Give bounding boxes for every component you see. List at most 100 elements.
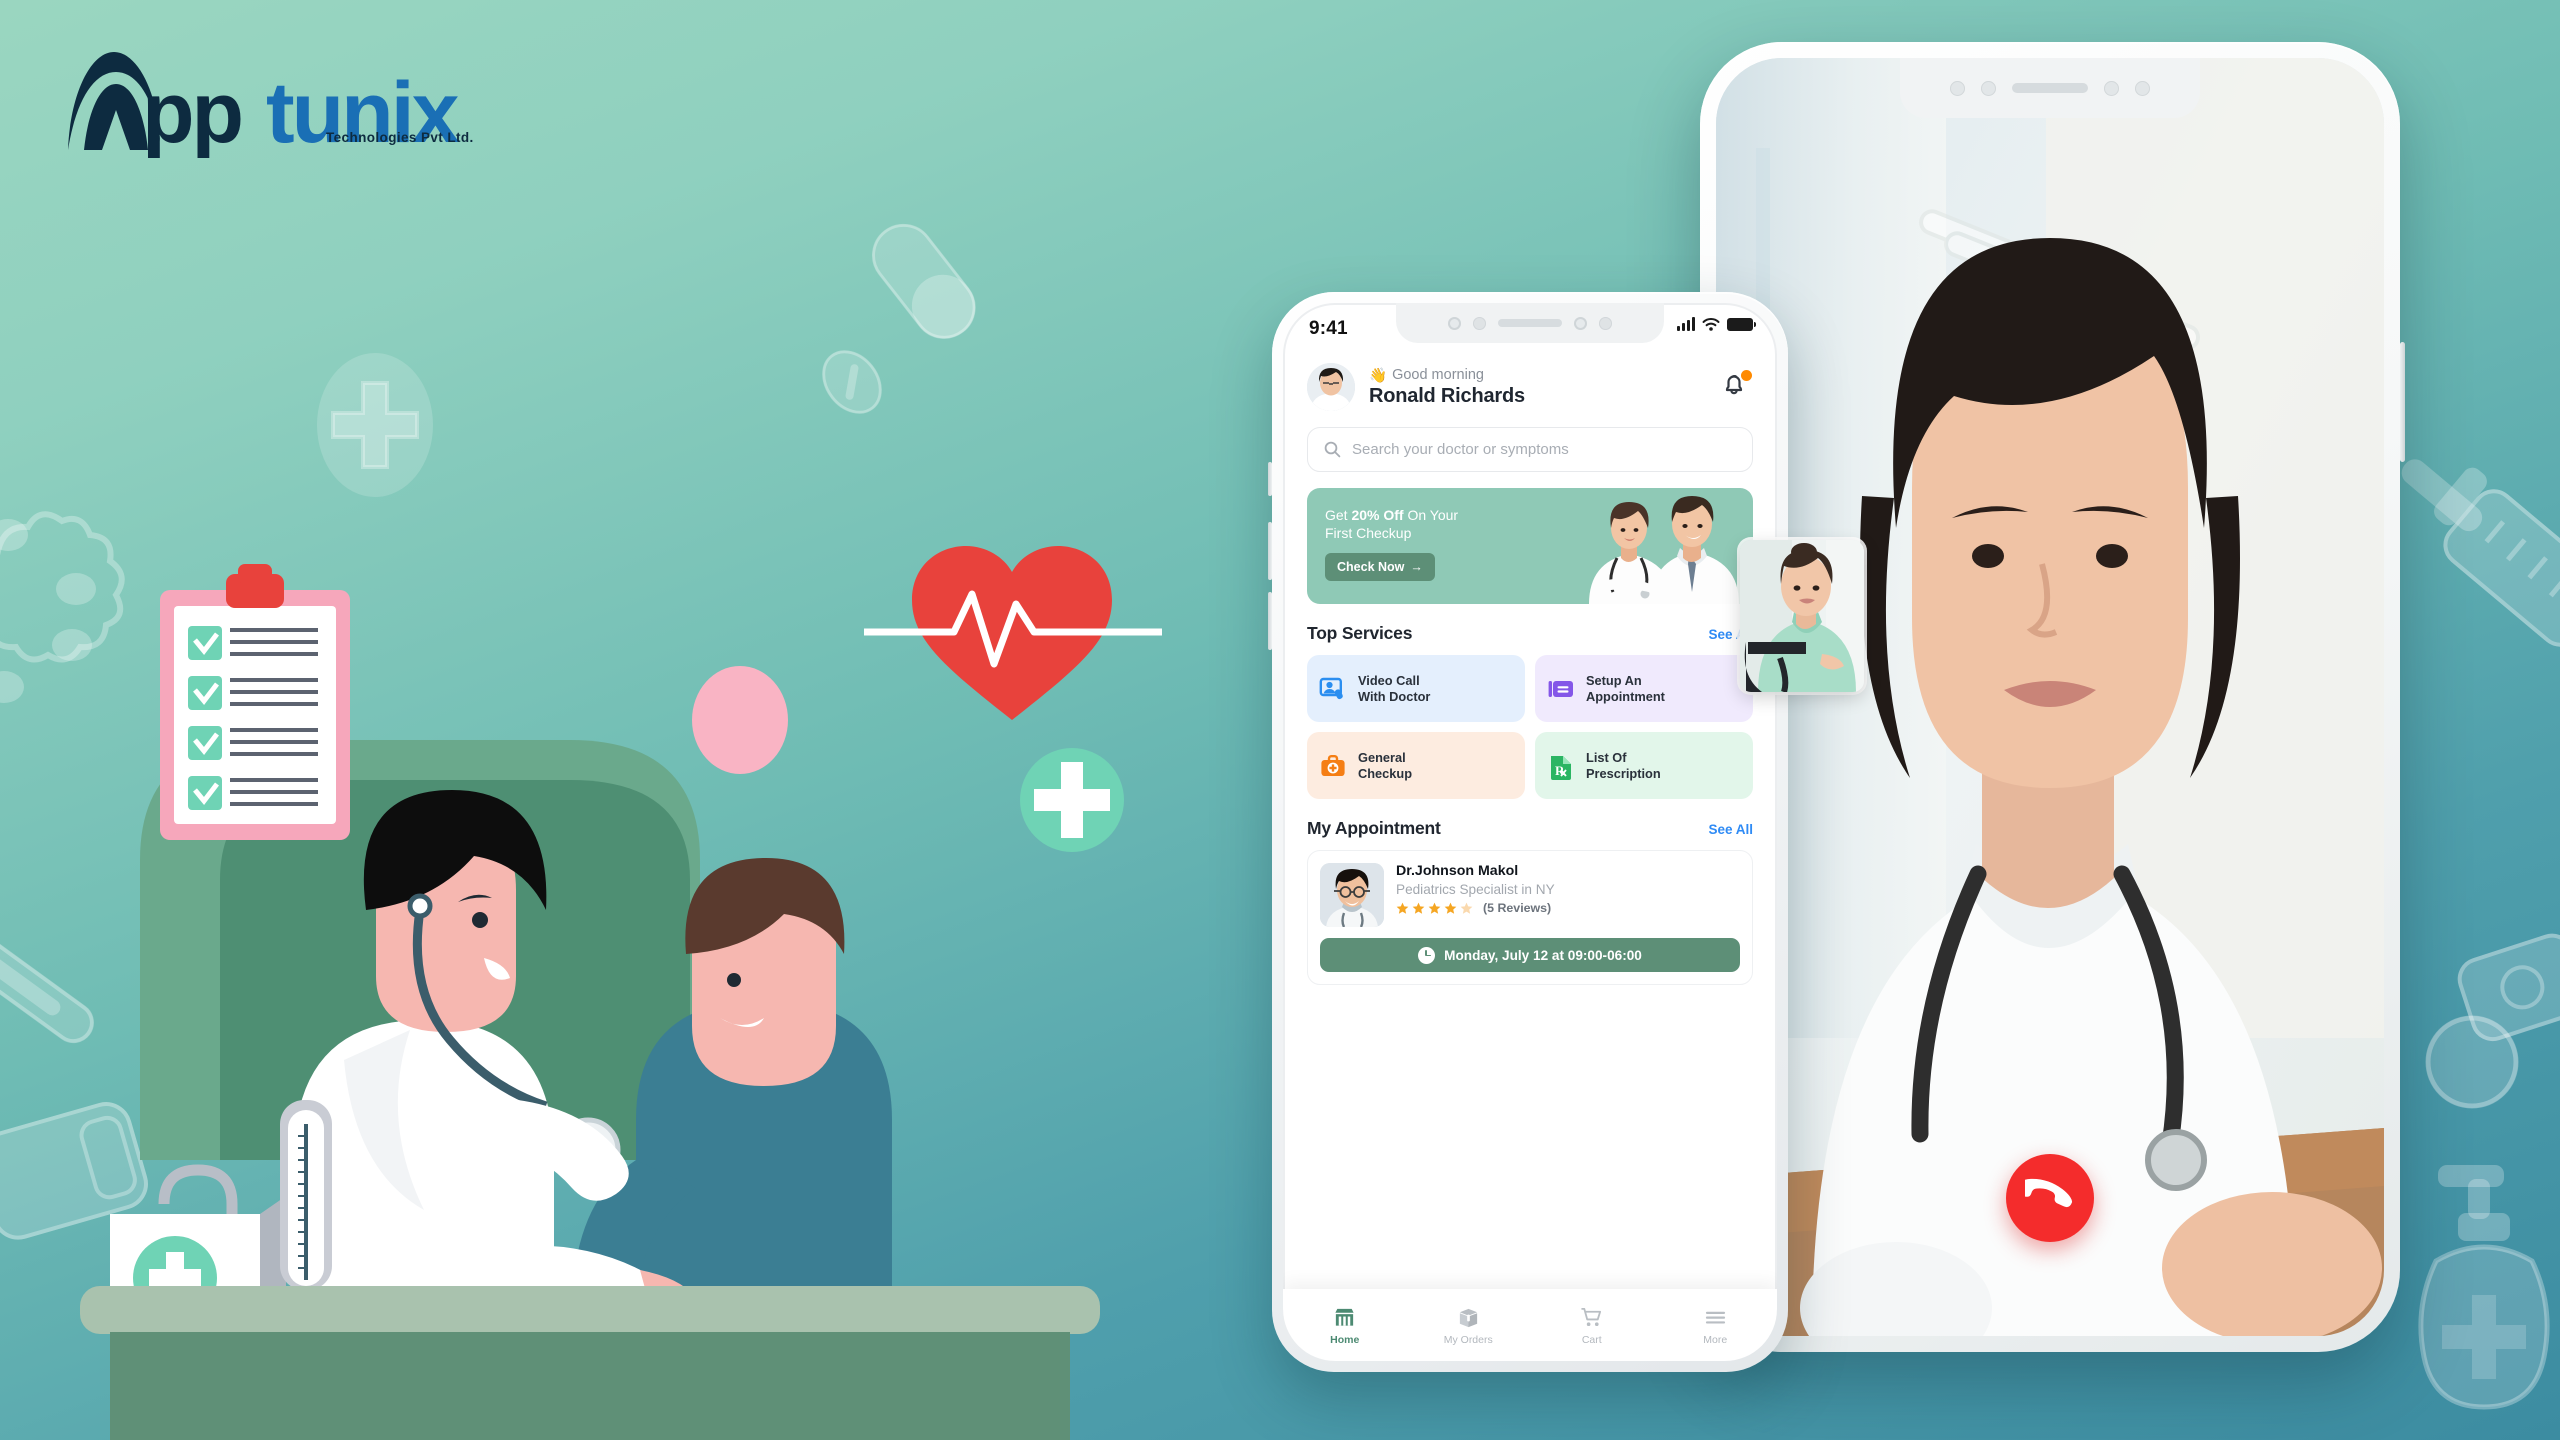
service-label-line1: Setup An bbox=[1586, 672, 1642, 688]
star-icon-filled bbox=[1396, 902, 1409, 914]
service-label-line1: Video Call bbox=[1358, 672, 1420, 688]
my-appointment-header: My Appointment See All bbox=[1307, 818, 1753, 839]
tab-my-orders[interactable]: My Orders bbox=[1407, 1305, 1531, 1346]
doctor-photo bbox=[1320, 863, 1384, 927]
sanitizer-bottle-icon bbox=[2418, 1165, 2550, 1410]
bottom-tab-bar: Home My Orders Cart More bbox=[1283, 1289, 1777, 1361]
battery-full-icon bbox=[1727, 317, 1756, 331]
tab-label: Cart bbox=[1581, 1333, 1602, 1346]
video-call-phone bbox=[1700, 42, 2405, 1352]
service-label-line2: Checkup bbox=[1358, 765, 1413, 781]
star-icon-filled bbox=[1412, 902, 1425, 914]
promo-pre: Get bbox=[1325, 507, 1352, 523]
phone-power-button[interactable] bbox=[2400, 342, 2405, 462]
arrow-right-icon: → bbox=[1410, 559, 1423, 574]
phone-notch bbox=[1900, 58, 2200, 118]
service-label-line1: List Of bbox=[1586, 749, 1627, 765]
service-label-line2: With Doctor bbox=[1358, 688, 1431, 704]
medical-cross-badge-icon bbox=[317, 353, 433, 497]
sensor-icon bbox=[1981, 80, 1996, 96]
first-aid-kit-icon bbox=[1321, 754, 1345, 776]
svg-text:pp: pp bbox=[142, 65, 241, 158]
star-icon-filled bbox=[1428, 902, 1441, 914]
promo-banner[interactable]: Get 20% Off On Your First Checkup Check … bbox=[1307, 488, 1753, 604]
apptunix-logo: A pp tunix Technologies Pvt Ltd. bbox=[58, 38, 518, 161]
pill-capsule-icon bbox=[872, 223, 976, 339]
status-bar: 9:41 bbox=[1283, 303, 1777, 357]
tab-cart[interactable]: Cart bbox=[1530, 1305, 1654, 1346]
bandage-small-icon bbox=[2457, 933, 2560, 1042]
notification-badge bbox=[1741, 370, 1752, 381]
service-label-line2: Prescription bbox=[1586, 765, 1661, 781]
doctor-specialty: Pediatrics Specialist in NY bbox=[1396, 882, 1555, 897]
doctor-name: Dr.Johnson Makol bbox=[1396, 863, 1519, 879]
search-input[interactable]: Search your doctor or symptoms bbox=[1307, 427, 1753, 472]
patient-pip-video[interactable] bbox=[1740, 540, 1864, 692]
greeting-block: 👋 Good morning Ronald Richards bbox=[1369, 367, 1705, 408]
my-appointment-title: My Appointment bbox=[1307, 818, 1441, 838]
doctors-photo bbox=[1589, 496, 1739, 604]
clock-icon bbox=[1418, 946, 1436, 964]
cross-circle-faint-icon bbox=[2425, 1015, 2519, 1109]
app-screen: 9:41 👋 Good morning Ronald Richards Sear… bbox=[1283, 303, 1777, 1361]
end-call-button[interactable] bbox=[2006, 1154, 2094, 1242]
notification-bell-button[interactable] bbox=[1719, 370, 1753, 404]
camera-lens-icon bbox=[2104, 80, 2119, 96]
camera-lens-icon bbox=[1574, 316, 1587, 330]
star-icon-empty bbox=[1460, 902, 1473, 914]
phone-volume-up-button[interactable] bbox=[1268, 522, 1272, 580]
doctor-video-feed bbox=[1716, 58, 2384, 1336]
shopping-cart-icon bbox=[1581, 1307, 1602, 1327]
prescription-rx-icon: R bbox=[1551, 755, 1571, 780]
greeting-line: 👋 Good morning bbox=[1369, 367, 1705, 384]
promo-line2: First Checkup bbox=[1325, 525, 1412, 542]
service-card-prescription[interactable]: R List Of Prescription bbox=[1535, 732, 1753, 799]
service-card-general-checkup[interactable]: General Checkup bbox=[1307, 732, 1525, 799]
service-label-line2: Appointment bbox=[1586, 688, 1665, 704]
phone-volume-down-button[interactable] bbox=[1268, 592, 1272, 650]
wifi-icon bbox=[1702, 318, 1720, 331]
health-app-phone: 9:41 👋 Good morning Ronald Richards Sear… bbox=[1268, 292, 1788, 1372]
top-services-title: Top Services bbox=[1307, 623, 1413, 643]
user-name: Ronald Richards bbox=[1369, 384, 1525, 407]
star-icon-filled bbox=[1444, 902, 1457, 914]
video-call-screen[interactable] bbox=[1716, 58, 2384, 1336]
tab-more[interactable]: More bbox=[1654, 1305, 1778, 1346]
sensor-icon bbox=[1599, 316, 1612, 330]
tab-label: More bbox=[1703, 1333, 1728, 1346]
service-card-setup-appointment[interactable]: Setup An Appointment bbox=[1535, 655, 1753, 722]
camera-lens-icon bbox=[1448, 316, 1461, 330]
service-card-video-call[interactable]: Video Call With Doctor bbox=[1307, 655, 1525, 722]
signal-bars-icon bbox=[1677, 317, 1695, 331]
logo-tagline: Technologies Pvt Ltd. bbox=[326, 130, 474, 145]
tab-home[interactable]: Home bbox=[1283, 1305, 1407, 1346]
user-avatar[interactable] bbox=[1307, 363, 1355, 411]
appointment-schedule[interactable]: Monday, July 12 at 09:00-06:00 bbox=[1320, 938, 1740, 972]
check-now-button[interactable]: Check Now → bbox=[1325, 552, 1435, 581]
promo-post: On Your bbox=[1403, 507, 1459, 523]
package-box-icon bbox=[1459, 1308, 1477, 1328]
schedule-text: Monday, July 12 at 09:00-06:00 bbox=[1444, 947, 1642, 963]
earpiece-speaker-icon bbox=[2012, 83, 2088, 93]
promo-text: Get 20% Off On Your First Checkup Check … bbox=[1325, 506, 1525, 581]
promo-discount: 20% Off bbox=[1351, 507, 1404, 523]
service-label-line1: General bbox=[1358, 749, 1406, 765]
status-indicators bbox=[1677, 317, 1756, 331]
app-header: 👋 Good morning Ronald Richards bbox=[1307, 363, 1753, 411]
earpiece-speaker-icon bbox=[1498, 319, 1562, 327]
hamburger-menu-icon bbox=[1705, 1311, 1725, 1324]
syringe-icon bbox=[2401, 459, 2560, 647]
pill-tablet-icon bbox=[822, 350, 882, 414]
storefront-icon bbox=[1335, 1308, 1354, 1326]
phone-mute-switch[interactable] bbox=[1268, 462, 1272, 496]
search-icon bbox=[1324, 441, 1341, 458]
my-appointment-see-all[interactable]: See All bbox=[1708, 822, 1753, 837]
tab-label: Home bbox=[1330, 1333, 1360, 1346]
phone-notch bbox=[1396, 303, 1664, 343]
appointment-card[interactable]: Dr.Johnson Makol Pediatrics Specialist i… bbox=[1307, 850, 1753, 985]
wave-emoji-icon: 👋 bbox=[1369, 367, 1388, 384]
svg-text:R: R bbox=[1555, 763, 1565, 778]
search-placeholder: Search your doctor or symptoms bbox=[1352, 441, 1569, 458]
top-services-grid: Video Call With Doctor Setup An Appointm… bbox=[1307, 655, 1753, 799]
sensor-icon bbox=[2135, 80, 2150, 96]
